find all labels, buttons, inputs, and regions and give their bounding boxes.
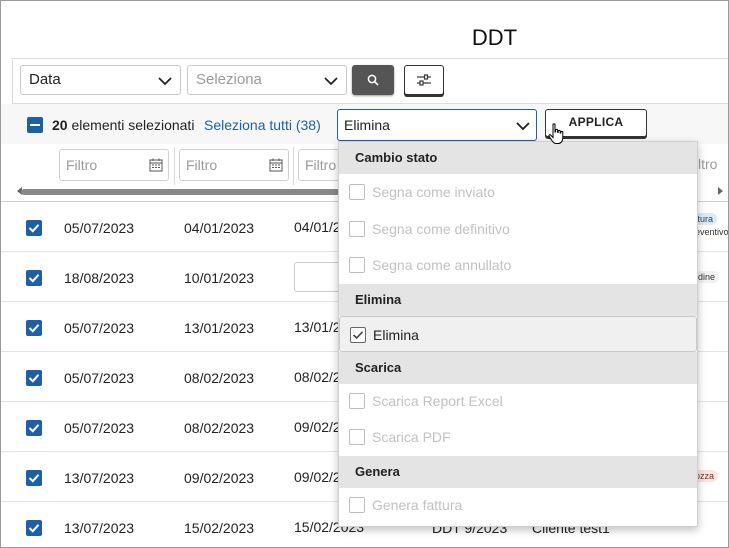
option-genera-fattura: Genera fattura [339, 487, 697, 523]
chevron-down-icon [516, 122, 530, 131]
column-divider [174, 147, 175, 185]
bulk-action-select[interactable]: Elimina [337, 109, 537, 141]
option-segna-definitivo: Segna come definitivo [339, 211, 697, 247]
filter-placeholder: Filtro [66, 157, 98, 173]
date-cell: 05/07/2023 [64, 420, 135, 436]
group-scarica: Scarica [339, 352, 697, 384]
sliders-icon [417, 74, 431, 86]
checkbox-icon [349, 221, 365, 237]
checkbox-icon [349, 497, 365, 513]
option-label: Segna come definitivo [372, 221, 510, 237]
checkbox-icon [350, 327, 366, 343]
inline-input[interactable] [294, 262, 344, 292]
chevron-down-icon [158, 77, 172, 86]
option-label: Segna come inviato [372, 184, 495, 200]
value-select[interactable]: Seleziona [187, 65, 347, 95]
date-cell: 15/02/2023 [184, 520, 255, 536]
row-checkbox[interactable] [26, 470, 42, 486]
group-genera: Genera [339, 456, 697, 488]
option-scarica-excel: Scarica Report Excel [339, 383, 697, 419]
selection-count: 20 elementi selezionati [52, 117, 194, 133]
option-label: Segna come annullato [372, 257, 512, 273]
row-checkbox[interactable] [26, 270, 42, 286]
field-select-value: Data [29, 71, 61, 88]
row-checkbox[interactable] [26, 220, 42, 236]
date-cell: 13/07/2023 [64, 520, 135, 536]
column-divider [293, 147, 294, 185]
option-label: Genera fattura [372, 497, 463, 513]
hand-cursor-icon [548, 123, 564, 144]
row-checkbox[interactable] [26, 420, 42, 436]
option-elimina[interactable]: Elimina [339, 316, 697, 352]
value-select-placeholder: Seleziona [196, 71, 262, 88]
row-checkbox[interactable] [26, 520, 42, 536]
date-cell: 10/01/2023 [184, 270, 255, 286]
bulk-action-dropdown: Cambio stato Segna come inviato Segna co… [338, 141, 698, 527]
option-label: Elimina [373, 327, 419, 343]
select-all-link[interactable]: Seleziona tutti (38) [204, 117, 321, 133]
date-cell: 13/01/2023 [184, 320, 255, 336]
row-checkbox[interactable] [26, 320, 42, 336]
option-scarica-pdf: Scarica PDF [339, 419, 697, 455]
filter-input-col1[interactable]: Filtro [59, 149, 169, 181]
date-cell: 09/02/2023 [184, 470, 255, 486]
calendar-icon[interactable] [269, 158, 283, 172]
checkbox-icon [349, 257, 365, 273]
advanced-filters-button[interactable] [404, 65, 444, 95]
option-segna-inviato: Segna come inviato [339, 174, 697, 210]
date-cell: 18/08/2023 [64, 270, 135, 286]
option-segna-annullato: Segna come annullato [339, 247, 697, 283]
group-elimina: Elimina [339, 284, 697, 316]
row-checkbox[interactable] [26, 370, 42, 386]
horizontal-scrollbar-thumb[interactable] [21, 189, 341, 195]
field-select[interactable]: Data [20, 65, 181, 95]
page-title: DDT [471, 25, 518, 50]
deselect-all-checkbox[interactable] [27, 117, 43, 133]
search-button[interactable] [352, 65, 394, 95]
search-icon [367, 74, 379, 86]
calendar-icon[interactable] [149, 158, 163, 172]
filter-input-col2[interactable]: Filtro [179, 149, 289, 181]
date-cell: 05/07/2023 [64, 320, 135, 336]
date-cell: 04/01/2023 [184, 220, 255, 236]
filter-placeholder: ltro [698, 156, 718, 172]
window: DDT Data Seleziona 20 elementi seleziona… [0, 0, 729, 548]
group-cambio-stato: Cambio stato [339, 142, 697, 174]
bulk-action-value: Elimina [344, 117, 390, 133]
selected-count: 20 [52, 117, 68, 133]
filter-placeholder: Filtro [305, 157, 337, 173]
date-cell: 13/07/2023 [64, 470, 135, 486]
date-cell: 05/07/2023 [64, 220, 135, 236]
date-cell: 08/02/2023 [184, 420, 255, 436]
scroll-right-arrow[interactable] [718, 187, 723, 195]
checkbox-icon [349, 393, 365, 409]
option-label: Scarica Report Excel [372, 393, 503, 409]
date-cell: 05/07/2023 [64, 370, 135, 386]
selected-label: elementi selezionati [71, 117, 195, 133]
date-cell: 08/02/2023 [184, 370, 255, 386]
filter-placeholder: Filtro [186, 157, 218, 173]
checkbox-icon [349, 429, 365, 445]
option-label: Scarica PDF [372, 429, 451, 445]
chevron-down-icon [324, 77, 338, 86]
checkbox-icon [349, 184, 365, 200]
